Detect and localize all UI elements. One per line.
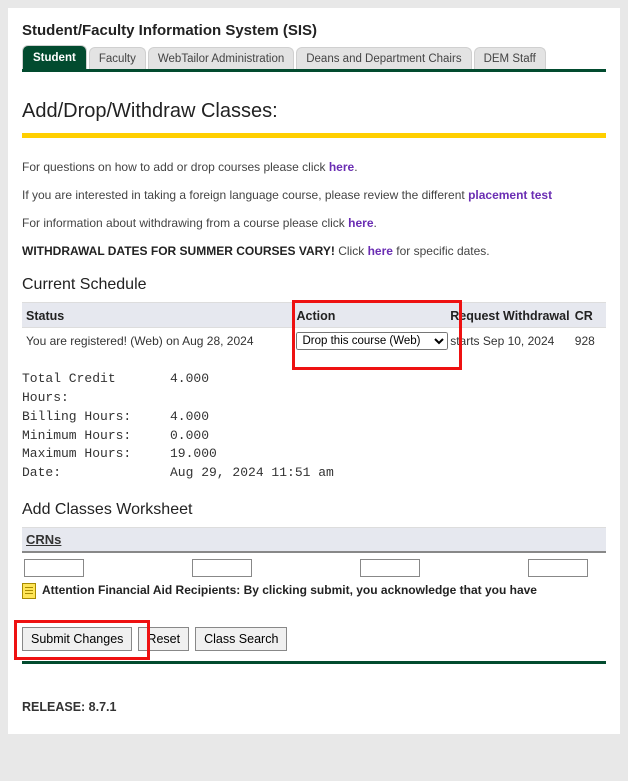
info-text: for specific dates. xyxy=(393,244,490,258)
schedule-header-row: Status Action Request Withdrawal CR xyxy=(22,302,606,328)
billing-hours-label: Billing Hours: xyxy=(22,408,170,427)
tab-deans[interactable]: Deans and Department Chairs xyxy=(296,47,471,69)
max-hours-value: 19.000 xyxy=(170,445,217,464)
button-row: Submit Changes Reset Class Search xyxy=(22,627,606,651)
total-hours-value: 4.000 xyxy=(170,370,209,408)
crns-header: CRNs xyxy=(22,527,606,553)
schedule-row: You are registered! (Web) on Aug 28, 202… xyxy=(22,328,606,354)
info-line-3: For information about withdrawing from a… xyxy=(22,216,606,230)
info-text: Click xyxy=(335,244,368,258)
crn-input-3[interactable] xyxy=(360,559,420,577)
crn-input-4[interactable] xyxy=(528,559,588,577)
info-line-2: If you are interested in taking a foreig… xyxy=(22,188,606,202)
crn-input-2[interactable] xyxy=(192,559,252,577)
action-select[interactable]: Drop this course (Web) xyxy=(296,332,448,350)
cr-cell: 928 xyxy=(575,334,602,348)
yellow-rule xyxy=(22,133,606,138)
submit-changes-button[interactable]: Submit Changes xyxy=(22,627,132,651)
crn-inputs xyxy=(22,553,606,581)
tab-student[interactable]: Student xyxy=(22,45,87,69)
link-here-withdraw[interactable]: here xyxy=(348,216,373,230)
info-text: If you are interested in taking a foreig… xyxy=(22,188,468,202)
col-status: Status xyxy=(26,309,296,323)
hours-block: Total Credit Hours:4.000 Billing Hours:4… xyxy=(22,370,606,483)
info-text: For information about withdrawing from a… xyxy=(22,216,348,230)
request-cell: starts Sep 10, 2024 xyxy=(450,334,575,348)
col-request: Request Withdrawal xyxy=(450,309,575,323)
col-action: Action xyxy=(296,309,450,323)
tab-dem-staff[interactable]: DEM Staff xyxy=(474,47,546,69)
green-rule xyxy=(22,661,606,664)
link-placement-test[interactable]: placement test xyxy=(468,188,552,202)
tab-faculty[interactable]: Faculty xyxy=(89,47,146,69)
tabs: Student Faculty WebTailor Administration… xyxy=(22,45,606,72)
date-value: Aug 29, 2024 11:51 am xyxy=(170,464,334,483)
page-heading: Add/Drop/Withdraw Classes: xyxy=(22,100,606,123)
max-hours-label: Maximum Hours: xyxy=(22,445,170,464)
billing-hours-value: 4.000 xyxy=(170,408,209,427)
date-label: Date: xyxy=(22,464,170,483)
link-here-dates[interactable]: here xyxy=(368,244,393,258)
info-text: . xyxy=(354,160,357,174)
attention-row: Attention Financial Aid Recipients: By c… xyxy=(22,583,606,599)
min-hours-label: Minimum Hours: xyxy=(22,427,170,446)
class-search-button[interactable]: Class Search xyxy=(195,627,287,651)
attention-text: Attention Financial Aid Recipients: By c… xyxy=(42,583,537,597)
reset-button[interactable]: Reset xyxy=(138,627,189,651)
status-cell: You are registered! (Web) on Aug 28, 202… xyxy=(26,334,296,348)
total-hours-label: Total Credit Hours: xyxy=(22,370,170,408)
info-text: For questions on how to add or drop cour… xyxy=(22,160,329,174)
withdrawal-warning: WITHDRAWAL DATES FOR SUMMER COURSES VARY… xyxy=(22,244,335,258)
worksheet-heading: Add Classes Worksheet xyxy=(22,501,606,519)
note-icon xyxy=(22,583,36,599)
info-text: . xyxy=(374,216,377,230)
info-line-1: For questions on how to add or drop cour… xyxy=(22,160,606,174)
action-cell: Drop this course (Web) xyxy=(296,332,450,350)
col-cr: CR xyxy=(575,309,602,323)
crn-input-1[interactable] xyxy=(24,559,84,577)
release-label: RELEASE: 8.7.1 xyxy=(22,700,606,714)
sis-title: Student/Faculty Information System (SIS) xyxy=(22,22,606,39)
current-schedule-heading: Current Schedule xyxy=(22,276,606,294)
submit-highlight: Submit Changes xyxy=(22,627,132,651)
link-here-add-drop[interactable]: here xyxy=(329,160,354,174)
info-line-4: WITHDRAWAL DATES FOR SUMMER COURSES VARY… xyxy=(22,244,606,258)
tab-webtailor[interactable]: WebTailor Administration xyxy=(148,47,294,69)
min-hours-value: 0.000 xyxy=(170,427,209,446)
